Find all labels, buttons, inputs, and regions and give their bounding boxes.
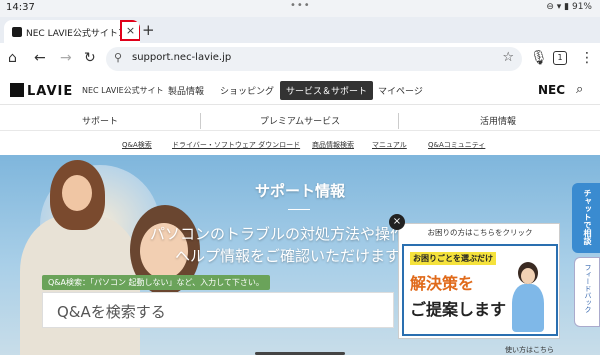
new-tab-button[interactable]: +	[142, 21, 155, 39]
forward-icon[interactable]: →	[60, 50, 72, 66]
tab-switcher-button[interactable]: 1	[553, 51, 567, 65]
site-settings-icon[interactable]: ⚲	[114, 51, 122, 64]
favicon-icon	[12, 27, 22, 37]
feedback-tab[interactable]: フィードバック	[574, 257, 600, 327]
qa-search-hint: Q&A検索：「パソコン 起動しない」など、入力して下さい。	[42, 275, 270, 290]
hero-section: サポート情報 パソコンのトラブルの対処方法や操作方 ヘルプ情報をご確認いただけま…	[0, 155, 600, 355]
back-icon[interactable]: ←	[34, 50, 46, 66]
banner-line1: お困りごとを選ぶだけ	[410, 252, 496, 265]
nec-logo[interactable]: NEC	[538, 83, 565, 97]
nav-mypage[interactable]: マイページ	[378, 84, 423, 97]
banner-card[interactable]: お困りごとを選ぶだけ 解決策を ご提案します	[402, 244, 558, 336]
support-links: Q&A検索 ドライバー・ソフトウェア ダウンロード 商品情報検索 マニュアル Q…	[0, 134, 600, 155]
status-time: 14:37	[6, 2, 35, 13]
search-icon[interactable]: ⌕	[576, 82, 583, 97]
link-driver-download[interactable]: ドライバー・ソフトウェア ダウンロード	[172, 140, 300, 150]
link-qa-community[interactable]: Q&Aコミュニティ	[428, 140, 485, 150]
gesture-home-bar[interactable]	[255, 352, 345, 355]
subnav-support[interactable]: サポート	[0, 114, 200, 127]
subnav-tips[interactable]: 活用情報	[398, 114, 598, 127]
banner-header: お困りの方はこちらをクリック	[427, 228, 533, 237]
tab-strip: NEC LAVIE公式サイト＞サ × +	[0, 17, 600, 43]
lavie-mark-icon	[10, 83, 24, 97]
help-banner[interactable]: お困りの方はこちらをクリック お困りごとを選ぶだけ 解決策を ご提案します	[398, 223, 560, 339]
url-text: support.nec-lavie.jp	[132, 52, 232, 63]
qa-search-placeholder: Q&Aを検索する	[57, 303, 166, 321]
lavie-logo[interactable]: LAVIE	[10, 83, 73, 99]
banner-line3: ご提案します	[410, 300, 507, 319]
page-title: サポート情報	[254, 182, 345, 200]
bookmark-star-icon[interactable]: ☆	[502, 50, 514, 65]
nav-service-support[interactable]: サービス＆サポート	[280, 81, 374, 100]
banner-line2: 解決策を	[410, 274, 475, 293]
assistant-illustration	[508, 262, 548, 332]
qa-search-input[interactable]: Q&Aを検索する	[42, 292, 394, 328]
tab-close-button[interactable]: ×	[120, 20, 140, 41]
link-qa-search[interactable]: Q&A検索	[122, 140, 152, 150]
reload-icon[interactable]: ↻	[84, 50, 96, 66]
sub-nav: サポート プレミアムサービス 活用情報	[0, 110, 600, 131]
nav-shopping[interactable]: ショッピング	[220, 84, 274, 97]
link-manual[interactable]: マニュアル	[372, 140, 407, 150]
title-underline	[288, 209, 310, 210]
status-bar: 14:37 ••• ⊖ ▾ ▮ 91%	[0, 0, 600, 17]
home-icon[interactable]: ⌂	[8, 50, 17, 66]
usage-help-link[interactable]: 使い方はこちら	[505, 345, 554, 355]
chat-consult-tab[interactable]: チャットで相談	[572, 183, 600, 253]
hero-text-line1: パソコンのトラブルの対処方法や操作方	[150, 225, 421, 243]
microphone-icon[interactable]: 🎙	[530, 50, 548, 66]
subnav-premium[interactable]: プレミアムサービス	[200, 114, 400, 127]
browser-tab[interactable]: NEC LAVIE公式サイト＞サ ×	[4, 20, 140, 43]
hero-text-line2: ヘルプ情報をご確認いただけます	[175, 247, 401, 265]
menu-kebab-icon[interactable]: ⋮	[580, 50, 594, 66]
link-product-search[interactable]: 商品情報検索	[312, 140, 354, 150]
browser-toolbar: ⌂ ← → ↻ ⚲ support.nec-lavie.jp ☆ 🎙 1 ⋮	[0, 43, 600, 75]
site-header: LAVIE NEC LAVIE公式サイト 製品情報 ショッピング サービス＆サポ…	[0, 75, 600, 105]
site-name[interactable]: NEC LAVIE公式サイト	[82, 85, 164, 96]
nav-products[interactable]: 製品情報	[168, 84, 204, 97]
address-bar[interactable]: ⚲ support.nec-lavie.jp ☆	[106, 47, 522, 71]
battery-level: 91%	[571, 2, 592, 12]
more-dots-icon: •••	[290, 0, 311, 11]
status-icons: ⊖ ▾ ▮ 91%	[546, 2, 592, 12]
banner-close-button[interactable]: ×	[389, 214, 405, 230]
